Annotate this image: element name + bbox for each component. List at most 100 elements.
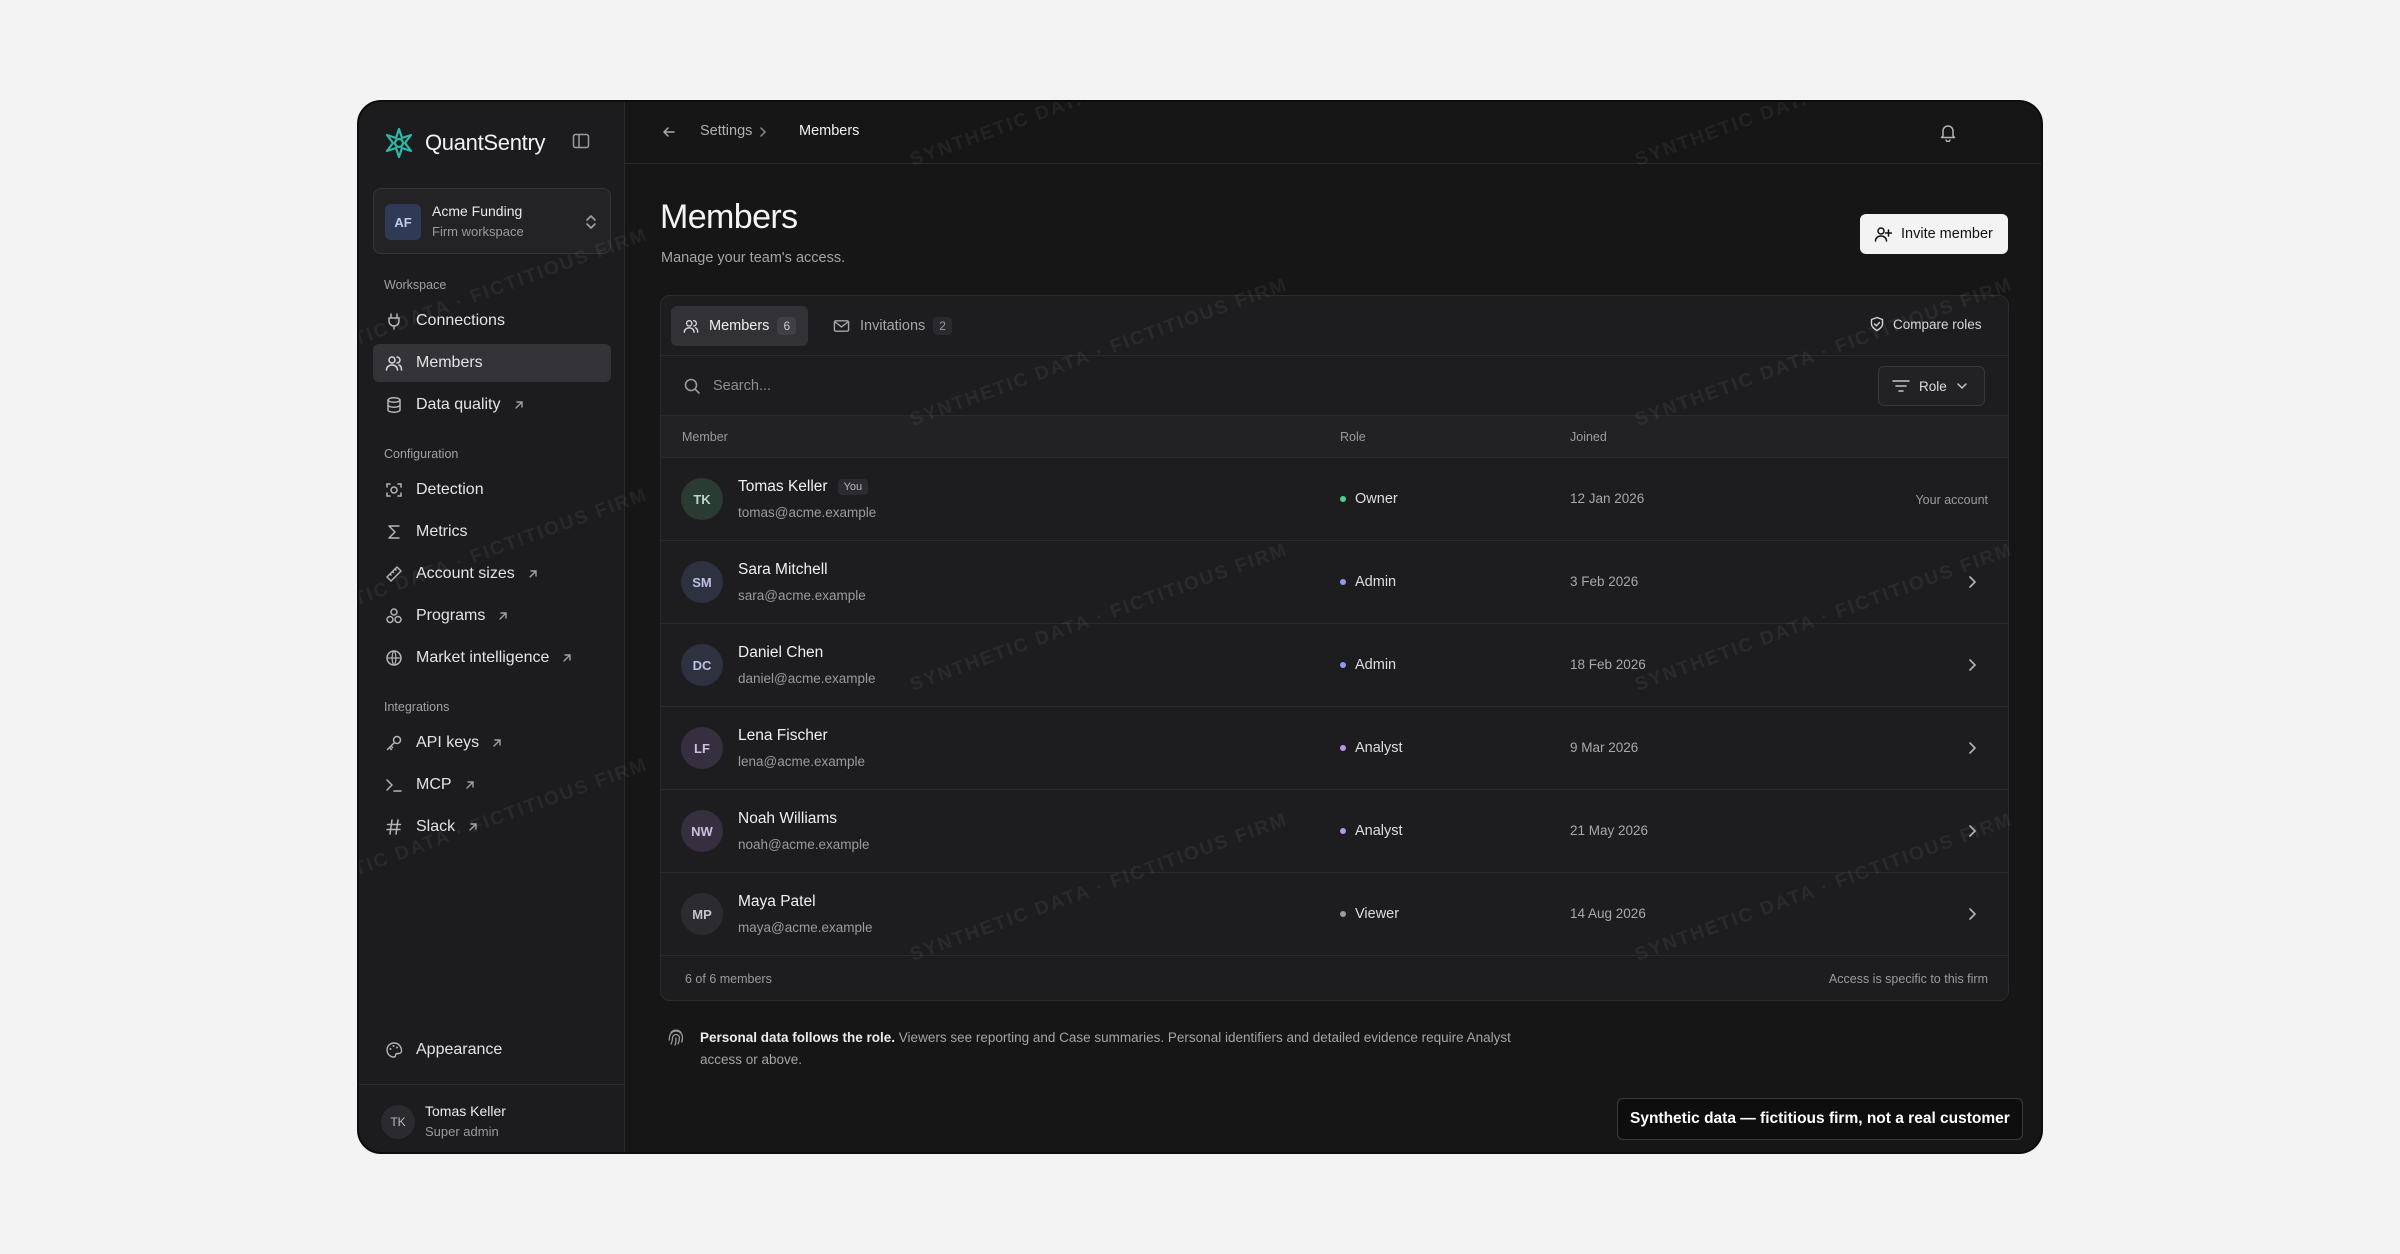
hash-icon	[385, 818, 403, 836]
sidebar-item-label: Metrics	[416, 523, 468, 540]
mail-icon	[833, 320, 850, 332]
member-joined: 21 May 2026	[1570, 823, 1649, 838]
external-link-icon	[469, 823, 477, 831]
member-joined: 9 Mar 2026	[1570, 740, 1639, 755]
member-name: Tomas Keller	[738, 478, 828, 495]
sidebar-item-slack[interactable]: Slack	[373, 808, 611, 846]
external-link-icon	[514, 401, 523, 409]
sidebar-toggle-button[interactable]	[571, 131, 593, 153]
plug-icon	[385, 312, 403, 330]
table-row[interactable]: DC Daniel Chen daniel@acme.example Admin…	[661, 624, 2008, 707]
user-role: Super admin	[425, 1124, 499, 1139]
chevron-right-icon[interactable]	[1967, 824, 1977, 838]
tab-invitations[interactable]: Invitations 2	[821, 306, 964, 346]
role-label: Owner	[1355, 491, 1398, 507]
sidebar: QuantSentry AF Acme Funding Firm workspa…	[359, 102, 625, 1152]
member-count: 6 of 6 members	[685, 972, 772, 986]
quantsentry-logo-icon	[385, 127, 413, 159]
sidebar-item-market-intelligence[interactable]: Market intelligence	[373, 639, 611, 677]
sidebar-item-label: Members	[416, 354, 483, 371]
member-email: lena@acme.example	[738, 754, 866, 769]
top-bar: Settings Members	[625, 102, 2041, 164]
role-label: Viewer	[1355, 906, 1400, 922]
breadcrumb-settings[interactable]: Settings	[700, 123, 752, 139]
sidebar-item-detection[interactable]: Detection	[373, 471, 611, 509]
column-header-joined[interactable]: Joined	[1570, 430, 1607, 444]
brand-name: QuantSentry	[425, 130, 546, 155]
member-name-wrap: Tomas Keller You	[738, 478, 869, 496]
users-icon	[385, 354, 403, 372]
external-link-icon	[563, 654, 572, 662]
nav-group-configuration: Configuration	[384, 447, 459, 461]
table-header: Member Role Joined	[661, 416, 2008, 458]
notifications-button[interactable]	[1938, 122, 1958, 147]
sidebar-item-connections[interactable]: Connections	[373, 302, 611, 340]
sidebar-item-programs[interactable]: Programs	[373, 597, 611, 635]
back-button[interactable]	[661, 124, 677, 145]
member-joined: 12 Jan 2026	[1570, 491, 1645, 506]
chevron-down-icon	[1957, 383, 1967, 390]
role-dot	[1340, 496, 1346, 502]
sidebar-item-api-keys[interactable]: API keys	[373, 724, 611, 762]
you-badge: You	[837, 479, 869, 495]
member-name: Daniel Chen	[738, 644, 824, 661]
table-row[interactable]: MP Maya Patel maya@acme.example Viewer 1…	[661, 873, 2008, 956]
tab-count: 2	[933, 317, 952, 335]
chevron-right-icon[interactable]	[1967, 575, 1977, 589]
sidebar-item-members[interactable]: Members	[373, 344, 611, 382]
invite-member-label: Invite member	[1901, 226, 1993, 242]
table-row[interactable]: LF Lena Fischer lena@acme.example Analys…	[661, 707, 2008, 790]
workspace-switcher[interactable]: AF Acme Funding Firm workspace	[373, 188, 611, 254]
fingerprint-icon	[668, 1029, 684, 1046]
chevron-right-icon[interactable]	[1967, 741, 1977, 755]
member-role: Analyst	[1340, 740, 1403, 756]
user-menu[interactable]: TK Tomas Keller Super admin	[359, 1084, 625, 1152]
member-name-wrap: Maya Patel	[738, 893, 816, 911]
column-header-role[interactable]: Role	[1340, 430, 1366, 444]
sidebar-item-appearance[interactable]: Appearance	[373, 1031, 611, 1069]
role-dot	[1340, 662, 1346, 668]
brand-logo[interactable]: QuantSentry	[383, 124, 546, 162]
sidebar-item-label: Connections	[416, 312, 505, 329]
member-role: Viewer	[1340, 906, 1399, 922]
table-row[interactable]: NW Noah Williams noah@acme.example Analy…	[661, 790, 2008, 873]
your-account-label: Your account	[1915, 493, 1988, 507]
sidebar-item-account-sizes[interactable]: Account sizes	[373, 555, 611, 593]
column-header-member[interactable]: Member	[682, 430, 728, 444]
external-link-icon	[499, 612, 508, 620]
compare-roles-button[interactable]: Compare roles	[1869, 316, 1982, 332]
sidebar-item-label: Account sizes	[416, 565, 515, 582]
page-title: Members	[660, 198, 798, 236]
app-window: QuantSentry AF Acme Funding Firm workspa…	[357, 100, 2043, 1154]
role-label: Admin	[1355, 657, 1397, 673]
sidebar-item-metrics[interactable]: Metrics	[373, 513, 611, 551]
tab-bar: Members 6 Invitations 2 Compare roles	[661, 296, 2008, 356]
sidebar-item-data-quality[interactable]: Data quality	[373, 386, 611, 424]
table-row[interactable]: TK Tomas Keller You tomas@acme.example O…	[661, 458, 2008, 541]
role-label: Admin	[1355, 574, 1397, 590]
search-input[interactable]	[713, 372, 1613, 400]
palette-icon	[385, 1041, 403, 1059]
shapes-icon	[385, 607, 403, 625]
role-filter-button[interactable]: Role	[1878, 366, 1985, 406]
workspace-subtitle: Firm workspace	[432, 224, 524, 239]
member-name: Sara Mitchell	[738, 561, 828, 578]
tab-members[interactable]: Members 6	[671, 306, 809, 346]
database-icon	[385, 396, 403, 414]
table-row[interactable]: SM Sara Mitchell sara@acme.example Admin…	[661, 541, 2008, 624]
sidebar-item-label: Market intelligence	[416, 649, 550, 666]
tab-label: Invitations	[860, 318, 926, 334]
chevron-right-icon[interactable]	[1967, 907, 1977, 921]
role-dot	[1340, 579, 1346, 585]
role-dot	[1340, 911, 1346, 917]
note-text: Personal data follows the role. Viewers …	[700, 1027, 1520, 1071]
member-name: Maya Patel	[738, 893, 816, 910]
external-link-icon	[465, 781, 474, 789]
avatar: MP	[681, 893, 723, 935]
workspace-name: Acme Funding	[432, 203, 523, 219]
sidebar-item-mcp[interactable]: MCP	[373, 766, 611, 804]
member-name-wrap: Daniel Chen	[738, 644, 823, 662]
sidebar-toggle-icon	[572, 133, 590, 149]
invite-member-button[interactable]: Invite member	[1860, 214, 2008, 254]
chevron-right-icon[interactable]	[1967, 658, 1977, 672]
